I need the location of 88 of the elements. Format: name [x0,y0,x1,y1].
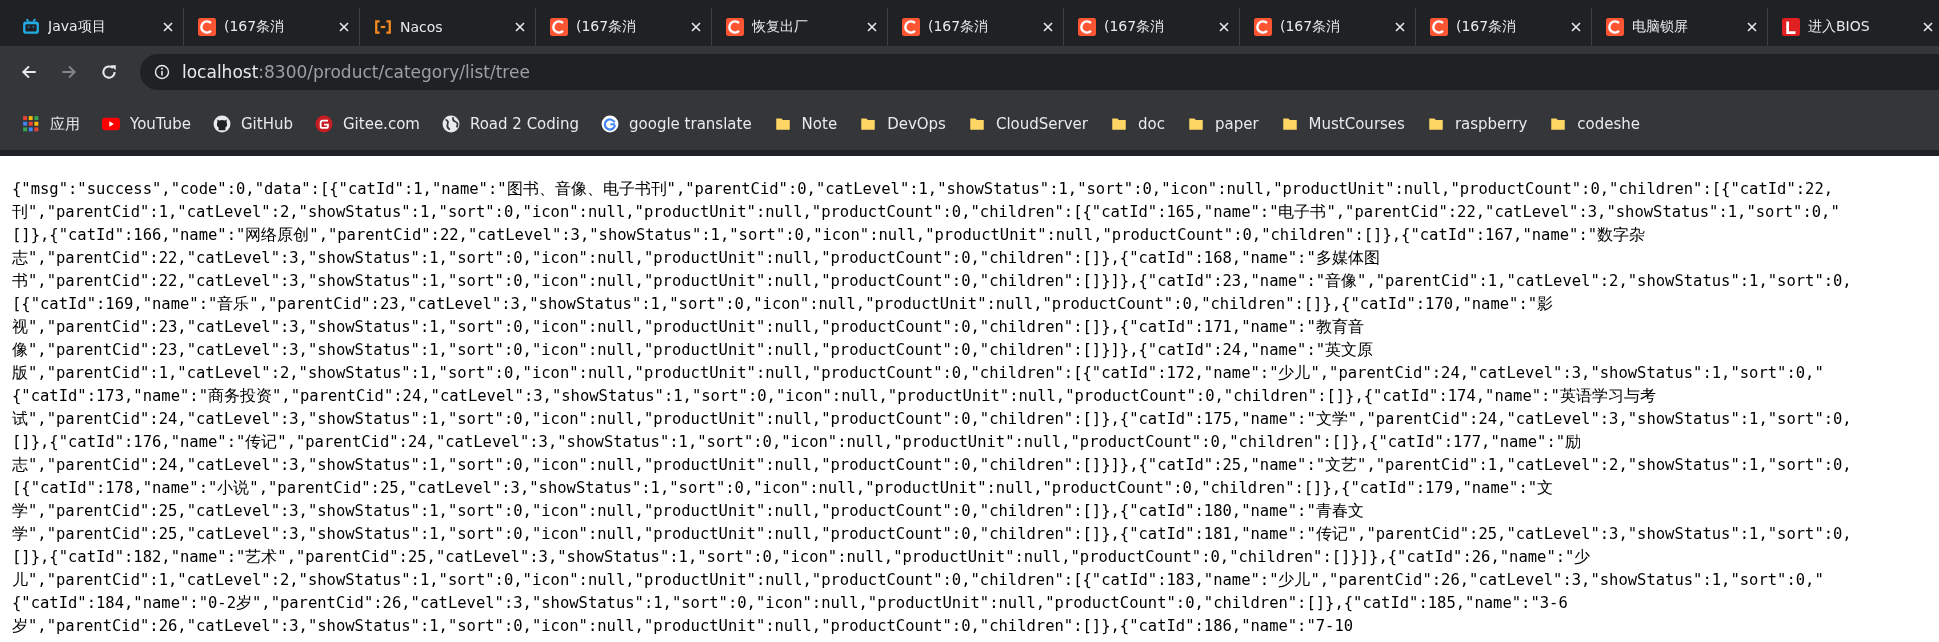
close-icon[interactable] [867,22,877,32]
bookmark[interactable]: google translate [597,111,762,137]
json-text-line: 志","parentCid":22,"catLevel":3,"showStatus":1,"sort":0,"icon":null,"productUnit":null,"productCount":0,"children":[]},{"catId":168,"name":"多媒体图 [12,248,1381,269]
url-host: localhost [182,62,259,82]
folder-icon [1549,115,1568,133]
c-logo-icon [902,18,920,36]
c-logo-icon [726,18,744,36]
close-icon[interactable] [1923,22,1933,32]
json-text-line: {"catId":173,"name":"商务投资","parentCid":24,"catLevel":3,"showStatus":1,"sort":0,"icon":null,"productUnit":null,"productCount":0,"children":[]},{"catId":174,"name":"英语学习与考 [12,386,1657,407]
c-logo-icon [198,18,216,36]
json-text-line: 岁","parentCid":26,"catLevel":3,"showStatus":1,"sort":0,"icon":null,"productUnit":null,"productCount":0,"children":[]},{"catId":186,"name":"7-10 [12,616,1355,637]
address-bar[interactable]: localhost:8300/product/category/list/tree [140,54,1939,90]
c-logo-icon [1606,18,1624,36]
json-text-line: 学","parentCid":25,"catLevel":3,"showStatus":1,"sort":0,"icon":null,"productUnit":null,"productCount":0,"children":[]},{"catId":180,"name":"青春文 [12,501,1365,522]
folder-icon [859,115,878,133]
tab-title: (167条消 [1280,18,1342,36]
tv-icon [22,18,40,36]
tab-title: (167条消 [224,18,286,36]
bookmark[interactable]: DevOps [855,111,956,137]
tab-title: Nacos [400,19,444,35]
tab-title: Java项目 [48,18,107,36]
close-icon[interactable] [1219,22,1229,32]
close-icon[interactable] [1747,22,1757,32]
json-text-line: [{"catId":178,"name":"小说","parentCid":25,"catLevel":3,"showStatus":1,"sort":0,"icon":null,"productUnit":null,"productCount":0,"children":[]},{"catId":179,"name":"文 [12,478,1555,499]
close-icon[interactable] [691,22,701,32]
json-text-line: 视","parentCid":23,"catLevel":3,"showStatus":1,"sort":0,"icon":null,"productUnit":null,"productCount":0,"children":[]},{"catId":171,"name":"教育音 [12,317,1365,338]
bracket-icon [374,18,392,36]
json-text-line: 像","parentCid":23,"catLevel":3,"showStatus":1,"sort":0,"icon":null,"productUnit":null,"productCount":0,"children":[]}]},{"catId":24,"name":"英文原 [12,340,1375,361]
json-text-line: 儿","parentCid":1,"catLevel":2,"showStatus":1,"sort":0,"icon":null,"productUnit":null,"productCount":0,"children":[{"catId":183,"name":"少儿","parentCid":26,"catLevel":3,"showStatus":1,"sort":0," [12,570,1825,591]
bookmark[interactable]: doc [1106,111,1175,137]
json-text-line: 书","parentCid":22,"catLevel":3,"showStatus":1,"sort":0,"icon":null,"productUnit":null,"productCount":0,"children":[]}]},{"catId":23,"name":"音像","parentCid":1,"catLevel":2,"showStatus":1,"sort":0, [12,271,1853,292]
c-logo-icon [1430,18,1448,36]
forward-icon[interactable] [60,63,78,81]
tab-title: 进入BIOS [1808,18,1871,36]
bookmark[interactable]: GitHub [209,111,303,137]
bookmark[interactable]: CloudServer [963,111,1098,137]
json-text-line: []},{"catId":176,"name":"传记","parentCid":24,"catLevel":3,"showStatus":1,"sort":0,"icon":null,"productUnit":null,"productCount":0,"children":[]},{"catId":177,"name":"励 [12,432,1583,453]
c-logo-icon [550,18,568,36]
bookmark[interactable]: MustCourses [1276,111,1415,137]
json-text-line: {"msg":"success","code":0,"data":[{"catId":1,"name":"图书、音像、电子书刊","parentCid":0,"catLevel":1,"showStatus":1,"sort":0,"icon":null,"productUnit":null,"productCount":0,"children":[{"catId":22, [12,179,1835,200]
bookmark[interactable]: paper [1182,111,1269,137]
tab-title: 恢复出厂 [752,18,809,36]
reload-icon[interactable] [100,63,118,81]
back-icon[interactable] [20,63,38,81]
folder-icon [773,115,792,133]
folder-icon [1110,115,1128,133]
close-icon[interactable] [1395,22,1405,32]
l-logo-icon [1782,18,1800,36]
info-icon[interactable] [154,64,170,80]
json-text-line: []},{"catId":166,"name":"网络原创","parentCid":22,"catLevel":3,"showStatus":1,"sort":0,"icon":null,"productUnit":null,"productCount":0,"children":[]},{"catId":167,"name":"数字杂 [12,225,1647,246]
folder-icon [1426,115,1445,133]
folder-icon [1186,115,1205,133]
bookmark[interactable]: raspberry [1422,111,1538,137]
json-text-line: 试","parentCid":24,"catLevel":3,"showStatus":1,"sort":0,"icon":null,"productUnit":null,"productCount":0,"children":[]},{"catId":175,"name":"文学","parentCid":24,"catLevel":3,"showStatus":1,"sort":0, [12,409,1853,430]
json-text-line: [{"catId":169,"name":"音乐","parentCid":23,"catLevel":3,"showStatus":1,"sort":0,"icon":null,"productUnit":null,"productCount":0,"children":[]},{"catId":170,"name":"影 [12,294,1555,315]
close-icon[interactable] [339,22,349,32]
bookmark[interactable]: Road 2 Coding [437,111,589,137]
tab-title: (167条消 [1104,18,1166,36]
bookmark[interactable]: 应用 [18,110,90,138]
bookmark[interactable]: codeshe [1545,111,1651,137]
json-text-line: []},{"catId":182,"name":"艺术","parentCid":25,"catLevel":3,"showStatus":1,"sort":0,"icon":null,"productUnit":null,"productCount":0,"children":[]}]},{"catId":26,"name":"少 [12,547,1592,568]
apps-grid-icon [22,115,40,133]
json-text-line: 版","parentCid":1,"catLevel":2,"showStatus":1,"sort":0,"icon":null,"productUnit":null,"productCount":0,"children":[{"catId":172,"name":"少儿","parentCid":24,"catLevel":3,"showStatus":1,"sort":0," [12,363,1825,384]
google-icon [601,115,619,133]
json-text-line: 学","parentCid":25,"catLevel":3,"showStatus":1,"sort":0,"icon":null,"productUnit":null,"productCount":0,"children":[]},{"catId":181,"name":"传记","parentCid":25,"catLevel":3,"showStatus":1,"sort":0, [12,524,1853,545]
tab-title: (167条消 [928,18,990,36]
cat-icon [213,115,231,133]
globe-icon [441,115,460,133]
tab-title: 电脑锁屏 [1632,18,1689,36]
json-text-line: {"catId":184,"name":"0-2岁","parentCid":26,"catLevel":3,"showStatus":1,"sort":0,"icon":null,"productUnit":null,"productCount":0,"children":[]},{"catId":185,"name":"3-6 [12,593,1569,614]
c-logo-icon [1078,18,1096,36]
play-icon [102,115,120,133]
close-icon[interactable] [1043,22,1053,32]
json-text-line: 志","parentCid":24,"catLevel":3,"showStatus":1,"sort":0,"icon":null,"productUnit":null,"productCount":0,"children":[]}]},{"catId":25,"name":"文艺","parentCid":1,"catLevel":2,"showStatus":1,"sort":0, [12,455,1853,476]
folder-icon [1280,115,1299,133]
c-logo-icon [1254,18,1272,36]
bookmark[interactable]: Note [769,111,848,137]
tab-title: (167条消 [576,18,638,36]
bookmark[interactable]: YouTube [98,111,201,137]
gitee-icon [315,115,333,133]
close-icon[interactable] [163,22,173,32]
url-path: :8300/product/category/list/tree [258,62,530,82]
folder-icon [967,115,986,133]
tab-title: (167条消 [1456,18,1518,36]
close-icon[interactable] [515,22,525,32]
json-text-line: 刊","parentCid":1,"catLevel":2,"showStatus":1,"sort":0,"icon":null,"productUnit":null,"productCount":0,"children":[{"catId":165,"name":"电子书","parentCid":22,"catLevel":3,"showStatus":1,"sort":0," [12,202,1841,223]
close-icon[interactable] [1571,22,1581,32]
bookmark[interactable]: Gitee.com [311,111,430,137]
